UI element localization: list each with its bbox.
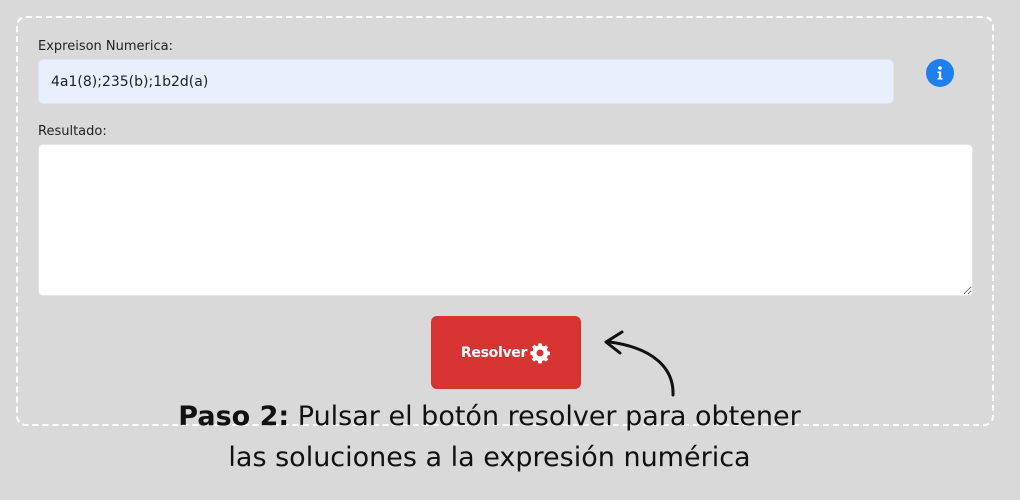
caption-text-1: Pulsar el botón resolver para obtener <box>297 401 801 432</box>
expression-input[interactable] <box>38 59 894 104</box>
resolver-button[interactable]: Resolver <box>431 316 581 389</box>
gear-icon <box>530 342 551 363</box>
caption-step: Paso 2: <box>178 401 290 432</box>
curved-arrow-icon <box>604 330 675 397</box>
instruction-caption: Paso 2: Pulsar el botón resolver para ob… <box>0 396 979 478</box>
info-icon <box>937 66 943 80</box>
caption-text-2: las soluciones a la expresión numérica <box>228 442 751 473</box>
expression-label: Expreison Numerica: <box>38 39 174 54</box>
resolver-button-label: Resolver <box>460 344 528 361</box>
result-label: Resultado: <box>38 124 107 139</box>
result-textarea[interactable] <box>38 144 973 296</box>
info-button[interactable] <box>926 59 954 87</box>
caption-line-1: Paso 2: Pulsar el botón resolver para ob… <box>0 396 979 437</box>
